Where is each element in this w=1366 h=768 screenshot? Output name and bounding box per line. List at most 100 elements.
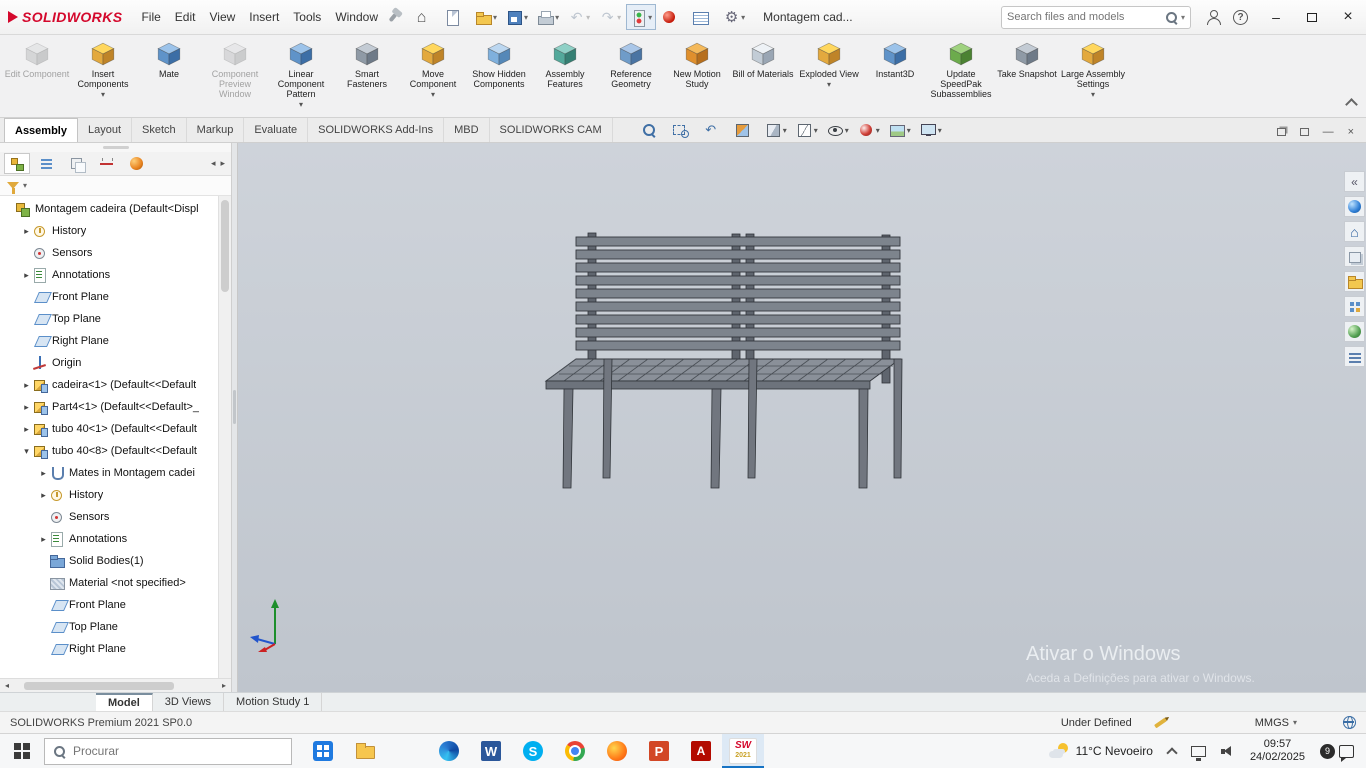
taskbar-clock[interactable]: 09:57 24/02/2025 xyxy=(1250,738,1305,764)
menu-item[interactable]: File xyxy=(134,6,167,28)
skype-icon[interactable] xyxy=(512,734,554,768)
featuremanager-tab[interactable] xyxy=(4,153,30,174)
command-tab[interactable]: Evaluate xyxy=(244,118,309,142)
unit-system-selector[interactable]: MMGS ▾ xyxy=(1255,717,1297,729)
ribbon-button[interactable]: Component Preview Window ▾ xyxy=(202,38,268,117)
solidworks-taskbar-icon[interactable]: SW 2021 xyxy=(722,734,764,768)
ribbon-button[interactable]: Smart Fasteners ▾ xyxy=(334,38,400,117)
tree-horizontal-scrollbar[interactable]: ◂ ▸ xyxy=(0,678,231,692)
ribbon-button[interactable]: Bill of Materials ▾ xyxy=(730,38,796,117)
hide-show-items-button[interactable]: ▾ xyxy=(827,122,849,138)
search-box[interactable]: ▾ xyxy=(1001,5,1191,29)
command-tab[interactable]: Assembly xyxy=(4,118,78,142)
file-properties-button[interactable]: ▾ xyxy=(688,4,718,30)
edit-appearance-button[interactable]: ▾ xyxy=(858,122,880,138)
file-explorer-tab[interactable] xyxy=(1344,271,1365,292)
status-globe-icon[interactable] xyxy=(1343,716,1356,729)
menu-item[interactable]: Window xyxy=(328,6,385,28)
tree-item[interactable]: Sensors xyxy=(0,506,218,528)
user-account-icon[interactable] xyxy=(1205,9,1221,25)
panel-grip[interactable] xyxy=(0,143,231,152)
display-tray-icon[interactable] xyxy=(1190,745,1206,761)
ribbon-button[interactable]: Insert Components ▾ xyxy=(70,38,136,117)
ribbon-button[interactable]: New Motion Study ▾ xyxy=(664,38,730,117)
tree-item[interactable]: ▸ History xyxy=(0,220,218,242)
home-tab[interactable] xyxy=(1344,221,1365,242)
search-icon[interactable] xyxy=(1165,11,1178,24)
tree-item[interactable]: ▸ History xyxy=(0,484,218,506)
powerpoint-icon[interactable] xyxy=(638,734,680,768)
edit-appearance-button[interactable]: ▾ xyxy=(657,4,687,30)
ribbon-button[interactable]: Edit Component ▾ xyxy=(4,38,70,117)
save-button[interactable]: ▾ xyxy=(502,4,532,30)
ribbon-button[interactable]: Reference Geometry ▾ xyxy=(598,38,664,117)
tree-item[interactable]: ▸ tubo 40<1> (Default<<Default xyxy=(0,418,218,440)
weather-widget[interactable]: 11°C Nevoeiro xyxy=(1048,743,1153,759)
tree-scrollbar-thumb[interactable] xyxy=(221,200,229,292)
word-icon[interactable] xyxy=(470,734,512,768)
tree-item[interactable]: Front Plane xyxy=(0,286,218,308)
minimize-button[interactable]: – xyxy=(1258,0,1294,34)
tree-expander-icon[interactable]: ▾ xyxy=(21,446,32,457)
menu-item[interactable]: View xyxy=(202,6,242,28)
view-settings-button[interactable]: ▾ xyxy=(920,122,942,138)
pin-menu-icon[interactable] xyxy=(388,12,398,22)
tree-vertical-scrollbar[interactable] xyxy=(218,196,231,678)
previous-view-button[interactable]: ▾ xyxy=(703,122,725,138)
hscroll-left-arrow-icon[interactable]: ◂ xyxy=(0,681,14,690)
search-input[interactable] xyxy=(1007,11,1165,23)
ribbon-button[interactable]: Linear Component Pattern ▾ xyxy=(268,38,334,117)
ribbon-button[interactable]: Large Assembly Settings ▾ xyxy=(1060,38,1126,117)
open-button[interactable]: ▾ xyxy=(471,4,501,30)
menu-item[interactable]: Insert xyxy=(242,6,286,28)
rebuild-button[interactable]: ▾ xyxy=(626,4,657,30)
ribbon-button[interactable]: Mate ▾ xyxy=(136,38,202,117)
menu-item[interactable]: Edit xyxy=(168,6,203,28)
ribbon-button[interactable]: Assembly Features ▾ xyxy=(532,38,598,117)
hscroll-thumb[interactable] xyxy=(24,681,174,690)
command-tab[interactable]: MBD xyxy=(444,118,490,142)
doc-restore-icon[interactable] xyxy=(1276,128,1286,136)
zoom-to-area-button[interactable]: ▾ xyxy=(672,122,694,138)
ribbon-button[interactable]: Instant3D ▾ xyxy=(862,38,928,117)
options-button[interactable]: ▾ xyxy=(719,4,749,30)
panel-tab-left-arrow-icon[interactable]: ◂ xyxy=(211,158,216,169)
appearances-tab[interactable] xyxy=(1344,321,1365,342)
design-library-tab[interactable] xyxy=(1344,246,1365,267)
home-button[interactable]: ▾ xyxy=(409,4,439,30)
apply-scene-button[interactable]: ▾ xyxy=(889,122,911,138)
filter-dropdown-icon[interactable]: ▾ xyxy=(23,181,27,190)
graphics-viewport[interactable]: Ativar o Windows Aceda a Definições para… xyxy=(238,143,1366,692)
dimxpertmanager-tab[interactable] xyxy=(94,153,120,174)
command-tab[interactable]: SOLIDWORKS CAM xyxy=(490,118,613,142)
tree-item[interactable]: ▸ Part4<1> (Default<<Default>_ xyxy=(0,396,218,418)
hscroll-right-arrow-icon[interactable]: ▸ xyxy=(217,681,231,690)
propertymanager-tab[interactable] xyxy=(34,153,60,174)
document-tab[interactable]: Motion Study 1 xyxy=(224,693,323,711)
document-tab[interactable]: 3D Views xyxy=(153,693,225,711)
close-button[interactable]: × xyxy=(1330,0,1366,34)
command-tab[interactable]: Sketch xyxy=(132,118,187,142)
edge-icon[interactable] xyxy=(428,734,470,768)
tree-expander-icon[interactable]: ▸ xyxy=(21,270,32,281)
tree-item[interactable]: ▸ Mates in Montagem cadei xyxy=(0,462,218,484)
tree-expander-icon[interactable]: ▸ xyxy=(38,534,49,545)
tree-item[interactable]: Top Plane xyxy=(0,616,218,638)
tree-item[interactable]: Right Plane xyxy=(0,638,218,660)
tree-expander-icon[interactable]: ▸ xyxy=(38,490,49,501)
command-tab[interactable]: Layout xyxy=(78,118,133,142)
tree-item[interactable]: ▾ tubo 40<8> (Default<<Default xyxy=(0,440,218,462)
splitter-grip[interactable] xyxy=(233,390,236,425)
view-orientation-button[interactable]: ▾ xyxy=(765,122,787,138)
tree-expander-icon[interactable]: ▸ xyxy=(21,380,32,391)
tree-expander-icon[interactable]: ▸ xyxy=(21,424,32,435)
restore-button[interactable] xyxy=(1294,0,1330,34)
document-tab[interactable]: Model xyxy=(96,693,153,711)
edge-legacy-icon[interactable] xyxy=(386,734,428,768)
tree-expander-icon[interactable]: ▸ xyxy=(38,468,49,479)
section-view-button[interactable]: ▾ xyxy=(734,122,756,138)
ribbon-button[interactable]: Update SpeedPak Subassemblies ▾ xyxy=(928,38,994,117)
custom-properties-tab[interactable] xyxy=(1344,346,1365,367)
undo-button[interactable]: ▾ xyxy=(564,4,594,30)
tree-item[interactable]: ▸ Annotations xyxy=(0,264,218,286)
